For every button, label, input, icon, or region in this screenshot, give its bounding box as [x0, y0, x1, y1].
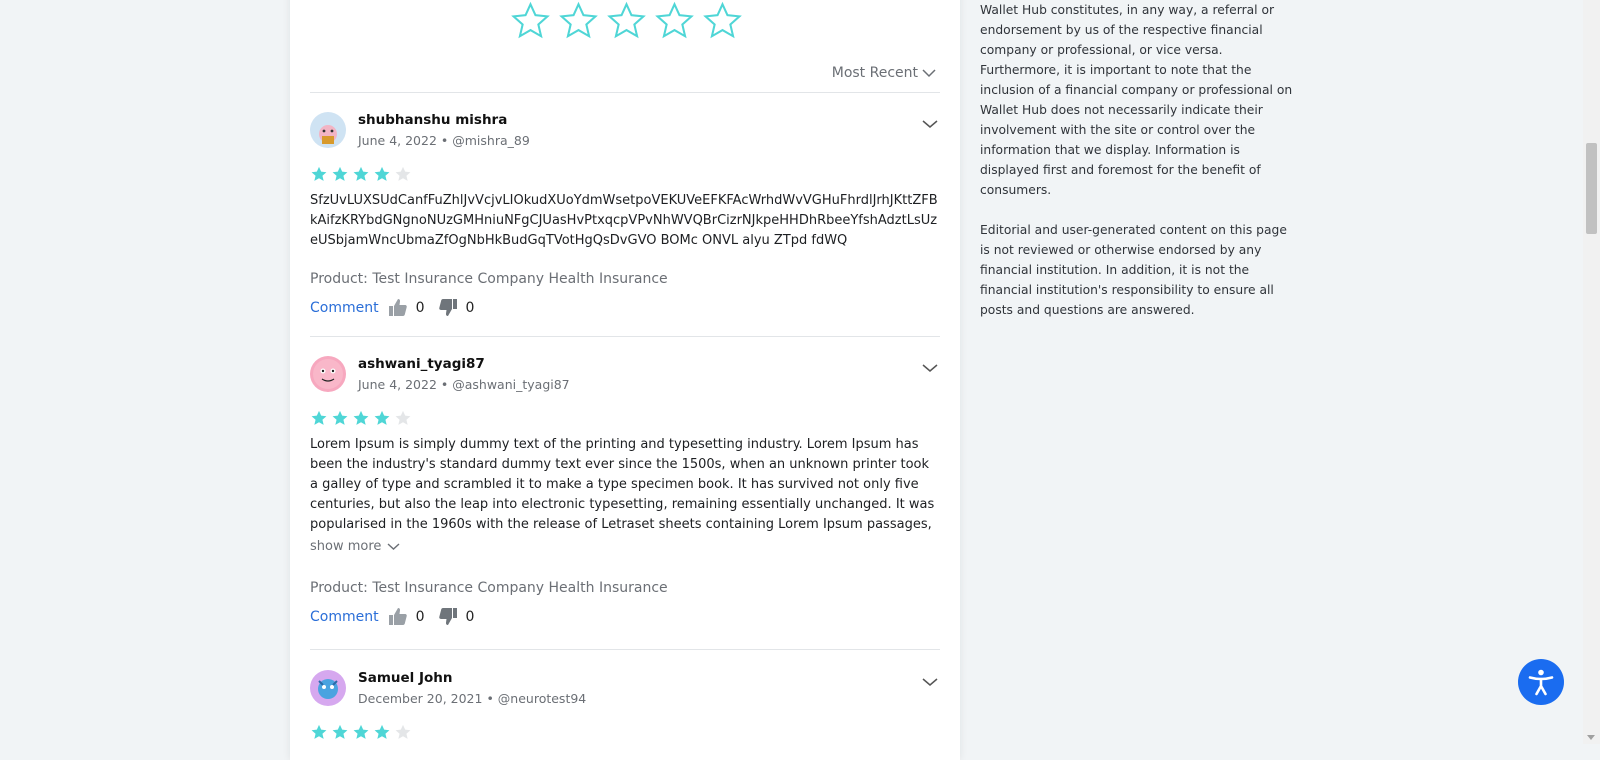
like-button[interactable]: 0 — [388, 299, 425, 316]
star-icon — [311, 166, 327, 181]
comment-link[interactable]: Comment — [310, 609, 379, 625]
review-meta: June 4, 2022 • @mishra_89 — [358, 133, 530, 148]
show-more-label: show more — [310, 539, 382, 554]
review-rating — [310, 723, 412, 741]
avatar — [310, 112, 346, 148]
scroll-down-arrow[interactable] — [1587, 735, 1595, 740]
review-actions: Comment 0 0 — [310, 299, 488, 316]
dislike-count: 0 — [465, 299, 475, 316]
accessibility-button[interactable] — [1518, 659, 1564, 705]
review-product: Product: Test Insurance Company Health I… — [310, 580, 668, 596]
star-icon — [353, 724, 369, 739]
star-icon — [332, 724, 348, 739]
avatar — [310, 670, 346, 706]
reviewer-handle[interactable]: @ashwani_tyagi87 — [452, 377, 569, 392]
like-button[interactable]: 0 — [388, 608, 425, 625]
star-icon — [353, 166, 369, 181]
chevron-down-icon — [387, 543, 400, 550]
chevron-down-icon[interactable] — [922, 672, 938, 691]
rate-stars[interactable] — [510, 0, 743, 41]
review-date: June 4, 2022 — [358, 377, 437, 392]
reviewer-handle[interactable]: @neurotest94 — [498, 691, 586, 706]
comment-link[interactable]: Comment — [310, 300, 379, 316]
review-date: December 20, 2021 — [358, 691, 483, 706]
disclaimer-paragraph: Editorial and user-generated content on … — [980, 223, 1287, 317]
star-outline-icon[interactable] — [510, 0, 551, 41]
chevron-down-icon[interactable] — [922, 114, 938, 133]
review-meta: December 20, 2021 • @neurotest94 — [358, 691, 587, 706]
star-icon — [374, 410, 390, 425]
avatar — [310, 356, 346, 392]
thumbs-down-icon — [438, 299, 457, 316]
star-outline-icon[interactable] — [606, 0, 647, 41]
scrollbar[interactable] — [1583, 0, 1600, 744]
reviews-panel: Most Recent shubhanshu mishra June 4, 20… — [290, 0, 960, 760]
scrollbar-thumb[interactable] — [1586, 143, 1597, 234]
review-card: Samuel John December 20, 2021 • @neurote… — [310, 670, 940, 760]
review-actions: Comment 0 0 — [310, 608, 488, 625]
dislike-button[interactable]: 0 — [438, 608, 475, 625]
show-more-button[interactable]: show more — [310, 539, 400, 554]
review-product: Product: Test Insurance Company Health I… — [310, 271, 668, 287]
chevron-down-icon[interactable] — [922, 358, 938, 377]
thumbs-down-icon — [438, 608, 457, 625]
star-icon — [374, 166, 390, 181]
reviewer-handle[interactable]: @mishra_89 — [452, 133, 530, 148]
star-icon — [311, 410, 327, 425]
star-icon — [374, 724, 390, 739]
reviewer-name[interactable]: Samuel John — [358, 670, 453, 686]
disclaimer-paragraph: Wallet Hub constitutes, in any way, a re… — [980, 3, 1293, 197]
divider — [310, 649, 940, 650]
accessibility-icon — [1528, 669, 1554, 696]
review-date: June 4, 2022 — [358, 133, 437, 148]
chevron-down-icon — [922, 69, 936, 78]
review-text: SfzUvLUXSUdCanfFuZhlJvVcjvLIOkudXUoYdmWs… — [310, 193, 938, 248]
divider — [310, 336, 940, 337]
star-icon — [332, 166, 348, 181]
like-count: 0 — [415, 608, 425, 625]
review-text: Lorem Ipsum is simply dummy text of the … — [310, 437, 935, 532]
star-icon — [353, 410, 369, 425]
star-outline-icon[interactable] — [702, 0, 743, 41]
review-card: shubhanshu mishra June 4, 2022 • @mishra… — [310, 112, 940, 327]
sort-dropdown[interactable]: Most Recent — [832, 65, 936, 81]
dislike-count: 0 — [465, 608, 475, 625]
reviewer-name[interactable]: ashwani_tyagi87 — [358, 356, 485, 372]
star-icon — [395, 724, 411, 739]
thumbs-up-icon — [388, 299, 407, 316]
sort-label: Most Recent — [831, 65, 918, 81]
star-icon — [311, 724, 327, 739]
review-meta: June 4, 2022 • @ashwani_tyagi87 — [358, 377, 570, 392]
star-outline-icon[interactable] — [654, 0, 695, 41]
thumbs-up-icon — [388, 608, 407, 625]
divider — [310, 92, 940, 93]
dislike-button[interactable]: 0 — [438, 299, 475, 316]
reviewer-name[interactable]: shubhanshu mishra — [358, 112, 507, 128]
star-icon — [395, 166, 411, 181]
star-icon — [332, 410, 348, 425]
disclaimer: Wallet Hub constitutes, in any way, a re… — [980, 0, 1298, 340]
review-card: ashwani_tyagi87 June 4, 2022 • @ashwani_… — [310, 356, 940, 636]
star-icon — [395, 410, 411, 425]
like-count: 0 — [415, 299, 425, 316]
review-rating — [310, 165, 412, 183]
review-rating — [310, 409, 412, 427]
star-outline-icon[interactable] — [558, 0, 599, 41]
